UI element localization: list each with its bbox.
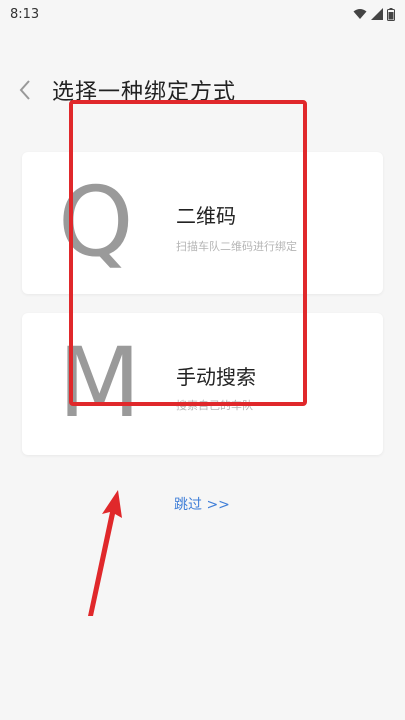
wifi-icon [353,9,367,19]
skip-link[interactable]: 跳过 >> [174,494,230,514]
page-title: 选择一种绑定方式 [52,80,237,105]
status-time: 8:13 [10,6,40,22]
qr-code-description: 扫描车队二维码进行绑定 [176,240,297,253]
qr-code-title: 二维码 [176,204,236,228]
qr-letter-icon: Q [58,166,134,278]
manual-search-description: 搜索自己的车队 [176,399,253,412]
battery-icon [387,7,395,21]
manual-search-option-card[interactable]: M 手动搜索 搜索自己的车队 [22,313,383,455]
signal-icon [371,8,383,20]
manual-search-title: 手动搜索 [176,365,256,389]
back-arrow-icon[interactable] [16,78,34,102]
manual-letter-icon: M [58,327,141,439]
qr-code-option-card[interactable]: Q 二维码 扫描车队二维码进行绑定 [22,152,383,294]
status-icons [353,7,395,21]
status-bar: 8:13 [0,0,405,28]
header: 选择一种绑定方式 [0,68,405,112]
annotation-arrow-icon [88,490,122,616]
